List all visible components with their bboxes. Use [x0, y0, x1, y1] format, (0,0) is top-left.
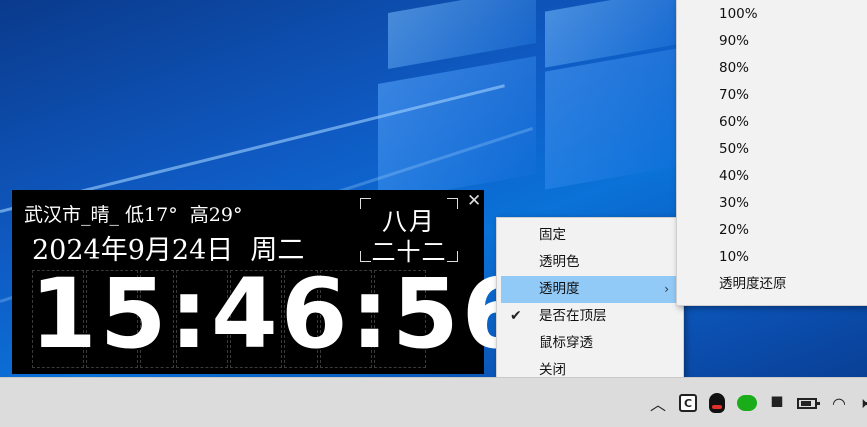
menu-item-opacity[interactable]: 透明度 › — [501, 276, 679, 303]
wechat-icon[interactable] — [736, 392, 758, 414]
chevron-up-icon[interactable]: ︿ — [647, 392, 669, 414]
app-c-icon[interactable]: C — [677, 392, 699, 414]
menu-item-fixed[interactable]: 固定 — [501, 222, 679, 249]
windows-logo-pane — [388, 0, 536, 70]
weather-info: 武汉市_晴_ 低17° 高29° — [24, 204, 243, 226]
desktop-background: 武汉市_晴_ 低17° 高29° 2024年9月24日 周二 八月 二十二 ✕ … — [0, 0, 867, 427]
opacity-option-90[interactable]: 90% — [681, 28, 867, 55]
opacity-submenu: 100% 90% 80% 70% 60% 50% 40% 30% 20% 10%… — [676, 0, 867, 306]
battery-icon[interactable] — [796, 392, 820, 414]
menu-item-label: 透明色 — [539, 254, 580, 270]
menu-item-label: 固定 — [539, 227, 566, 243]
lunar-date-box: 八月 二十二 — [360, 198, 458, 266]
opacity-option-80[interactable]: 80% — [681, 55, 867, 82]
menu-item-click-through[interactable]: 鼠标穿透 — [501, 330, 679, 357]
app-c-letter: C — [679, 394, 697, 412]
menu-item-always-on-top[interactable]: ✔ 是否在顶层 — [501, 303, 679, 330]
time-digits: 15:46:56 — [30, 258, 532, 370]
opacity-reset[interactable]: 透明度还原 — [681, 271, 867, 298]
menu-item-label: 是否在顶层 — [539, 308, 607, 324]
menu-item-label: 透明度 — [539, 281, 580, 297]
menu-item-label: 鼠标穿透 — [539, 335, 593, 351]
opacity-option-100[interactable]: 100% — [681, 1, 867, 28]
windows-logo-pane — [378, 56, 536, 202]
submenu-arrow-icon: › — [664, 282, 669, 296]
windows-logo-pane — [545, 48, 677, 190]
desktop-clock-widget[interactable]: 武汉市_晴_ 低17° 高29° 2024年9月24日 周二 八月 二十二 ✕ … — [12, 190, 529, 374]
checkmark-icon: ✔ — [510, 308, 522, 324]
wifi-icon[interactable]: ◠ — [828, 392, 850, 414]
menu-item-label: 关闭 — [539, 362, 566, 378]
context-menu: 固定 透明色 透明度 › ✔ 是否在顶层 鼠标穿透 关闭 — [496, 217, 684, 389]
opacity-option-50[interactable]: 50% — [681, 136, 867, 163]
close-icon[interactable]: ✕ — [467, 193, 481, 210]
opacity-option-40[interactable]: 40% — [681, 163, 867, 190]
opacity-option-10[interactable]: 10% — [681, 244, 867, 271]
qq-icon[interactable] — [706, 392, 728, 414]
opacity-option-20[interactable]: 20% — [681, 217, 867, 244]
taskbar: ︿ C ⯀ ◠ 🕨 — [0, 377, 867, 427]
opacity-option-70[interactable]: 70% — [681, 82, 867, 109]
menu-item-transparent-color[interactable]: 透明色 — [501, 249, 679, 276]
opacity-option-60[interactable]: 60% — [681, 109, 867, 136]
volume-icon[interactable]: 🕨 — [852, 392, 867, 414]
bookmark-icon[interactable]: ⯀ — [766, 392, 788, 414]
time-display: 15:46:56 — [30, 261, 529, 368]
opacity-option-30[interactable]: 30% — [681, 190, 867, 217]
